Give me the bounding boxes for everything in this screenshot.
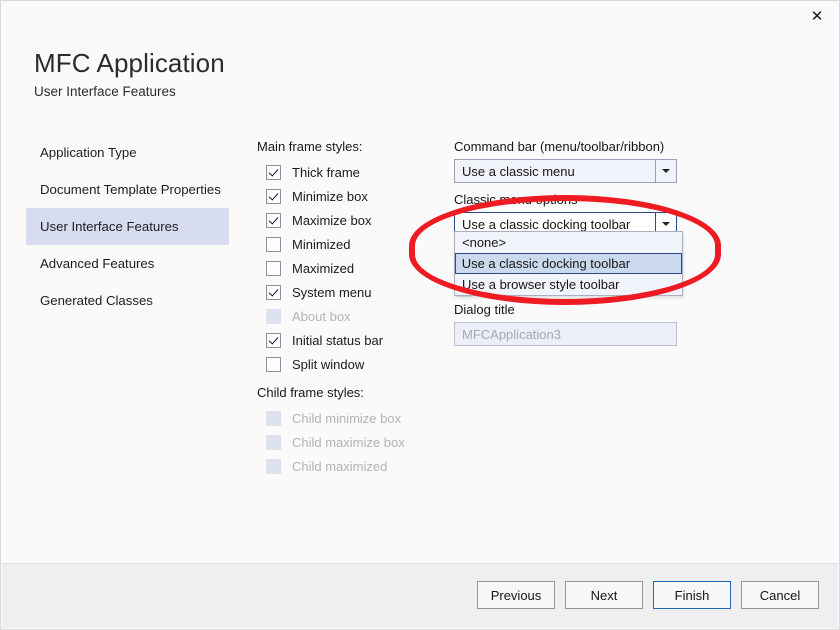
checkbox-label: Child maximized (292, 458, 388, 474)
sidebar-item-user-interface-features[interactable]: User Interface Features (26, 208, 229, 245)
checkbox-box[interactable] (266, 188, 281, 204)
dialog-footer: Previous Next Finish Cancel (2, 563, 838, 628)
sidebar-item-application-type[interactable]: Application Type (26, 134, 229, 171)
dialog-heading: MFC Application User Interface Features (34, 49, 225, 99)
sidebar-item-label: Document Template Properties (40, 182, 221, 197)
sidebar-item-label: Generated Classes (40, 293, 153, 308)
checkbox-label: Minimized (292, 236, 351, 252)
checkbox-thick-frame[interactable]: Thick frame (257, 160, 447, 184)
checkbox-label: Split window (292, 356, 365, 372)
wizard-sidebar: Application Type Document Template Proper… (26, 134, 229, 319)
checkbox-system-menu[interactable]: System menu (257, 280, 447, 304)
previous-button[interactable]: Previous (477, 581, 555, 609)
command-bar-combobox[interactable]: Use a classic menu (454, 159, 677, 183)
dialog-title-label: Dialog title (454, 302, 515, 317)
dropdown-option-label: Use a classic docking toolbar (461, 256, 631, 271)
page-title: MFC Application (34, 48, 225, 78)
checkbox-box (266, 410, 281, 426)
checkbox-box (266, 434, 281, 450)
frame-styles-column: Main frame styles: Thick frame Minimize b… (257, 139, 447, 478)
sidebar-item-generated-classes[interactable]: Generated Classes (26, 282, 229, 319)
dropdown-option-label: Use a browser style toolbar (462, 277, 620, 292)
button-label: Cancel (759, 587, 801, 603)
checkbox-child-minimize-box: Child minimize box (257, 406, 447, 430)
footer-button-group: Previous Next Finish Cancel (477, 581, 819, 609)
mfc-application-wizard-dialog: ✕ MFC Application User Interface Feature… (0, 0, 840, 630)
next-button[interactable]: Next (565, 581, 643, 609)
dropdown-option[interactable]: Use a browser style toolbar (455, 274, 682, 295)
checkbox-box[interactable] (266, 212, 281, 228)
sidebar-item-document-template-properties[interactable]: Document Template Properties (26, 171, 229, 208)
checkbox-split-window[interactable]: Split window (257, 352, 447, 376)
main-frame-styles-group: Thick frame Minimize box Maximize box Minim… (257, 160, 447, 376)
checkbox-label: Child maximize box (292, 434, 405, 450)
checkbox-about-box: About box (257, 304, 447, 328)
checkbox-label: System menu (292, 284, 372, 300)
child-frame-styles-group: Child minimize box Child maximize box Chil… (257, 406, 447, 478)
checkbox-child-maximize-box: Child maximize box (257, 430, 447, 454)
sidebar-item-advanced-features[interactable]: Advanced Features (26, 245, 229, 282)
checkbox-child-maximized: Child maximized (257, 454, 447, 478)
page-subtitle: User Interface Features (34, 83, 176, 99)
checkbox-minimized[interactable]: Minimized (257, 232, 447, 256)
sidebar-item-label: User Interface Features (40, 219, 179, 234)
button-label: Next (590, 587, 618, 603)
checkbox-box[interactable] (266, 260, 281, 276)
sidebar-item-label: Application Type (40, 145, 137, 160)
dialog-title-input[interactable]: MFCApplication3 (454, 322, 677, 346)
dropdown-option[interactable]: <none> (455, 232, 682, 253)
child-frame-styles-label: Child frame styles: (257, 385, 364, 400)
checkbox-label: About box (292, 308, 351, 324)
main-frame-styles-label: Main frame styles: (257, 139, 363, 154)
close-icon[interactable]: ✕ (795, 1, 839, 31)
checkbox-box (266, 458, 281, 474)
checkbox-box[interactable] (266, 284, 281, 300)
sidebar-item-label: Advanced Features (40, 256, 155, 271)
checkbox-box[interactable] (266, 236, 281, 252)
chevron-down-icon[interactable] (655, 160, 676, 182)
checkbox-maximized[interactable]: Maximized (257, 256, 447, 280)
checkbox-label: Initial status bar (292, 332, 384, 348)
checkbox-label: Thick frame (292, 164, 360, 180)
dropdown-option-label: <none> (462, 235, 507, 250)
cancel-button[interactable]: Cancel (741, 581, 819, 609)
checkbox-label: Maximized (292, 260, 355, 276)
classic-menu-options-value: Use a classic docking toolbar (462, 216, 631, 232)
checkbox-initial-status-bar[interactable]: Initial status bar (257, 328, 447, 352)
classic-menu-options-label: Classic menu options (454, 192, 578, 207)
command-bar-label: Command bar (menu/toolbar/ribbon) (454, 139, 665, 154)
checkbox-label: Maximize box (292, 212, 372, 228)
checkbox-minimize-box[interactable]: Minimize box (257, 184, 447, 208)
checkbox-box (266, 308, 281, 324)
checkbox-label: Child minimize box (292, 410, 402, 426)
dropdown-option[interactable]: Use a classic docking toolbar (455, 253, 682, 274)
checkbox-maximize-box[interactable]: Maximize box (257, 208, 447, 232)
checkbox-box[interactable] (266, 332, 281, 348)
finish-button[interactable]: Finish (653, 581, 731, 609)
checkbox-box[interactable] (266, 356, 281, 372)
command-bar-value: Use a classic menu (462, 163, 575, 179)
checkbox-box[interactable] (266, 164, 281, 180)
button-label: Finish (674, 587, 710, 603)
checkbox-label: Minimize box (292, 188, 368, 204)
button-label: Previous (490, 587, 542, 603)
classic-menu-options-dropdown-list[interactable]: <none> Use a classic docking toolbar Use a… (454, 231, 683, 296)
